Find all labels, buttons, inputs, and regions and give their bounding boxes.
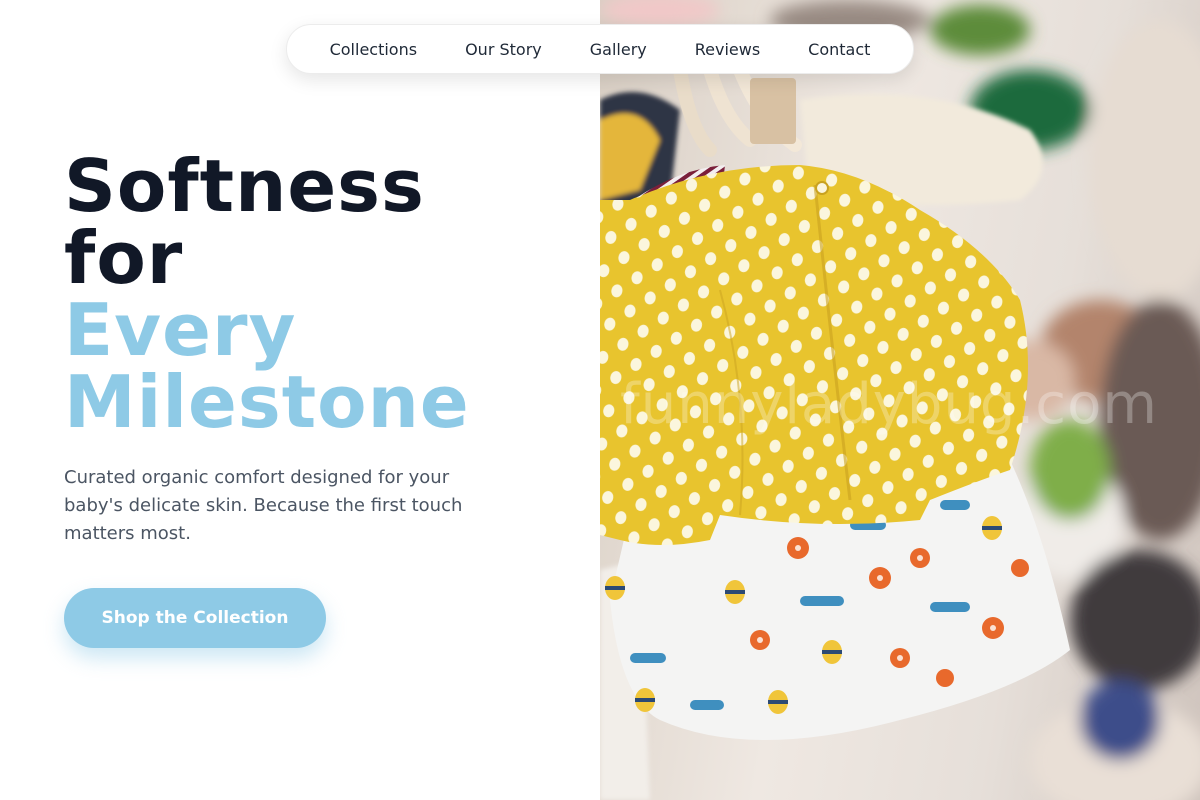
headline-line-4: Milestone: [64, 360, 470, 444]
nav-link-contact[interactable]: Contact: [808, 40, 870, 59]
hero-headline: Softness for Every Milestone: [64, 150, 584, 438]
watermark-text: funnyladybug.com: [620, 372, 1158, 437]
hero-subtitle: Curated organic comfort designed for you…: [64, 467, 463, 544]
headline-line-1: Softness: [64, 144, 425, 228]
nav-link-gallery[interactable]: Gallery: [590, 40, 647, 59]
nav-link-collections[interactable]: Collections: [330, 40, 417, 59]
hero-section: Softness for Every Milestone Curated org…: [64, 150, 584, 548]
top-navigation: Collections Our Story Gallery Reviews Co…: [286, 24, 914, 74]
hero-photo: funnyladybug.com: [600, 0, 1200, 800]
nav-link-our-story[interactable]: Our Story: [465, 40, 542, 59]
nav-link-reviews[interactable]: Reviews: [695, 40, 760, 59]
shop-collection-button[interactable]: Shop the Collection: [64, 588, 326, 648]
headline-line-2: for: [64, 216, 184, 300]
headline-line-3: Every: [64, 288, 297, 372]
